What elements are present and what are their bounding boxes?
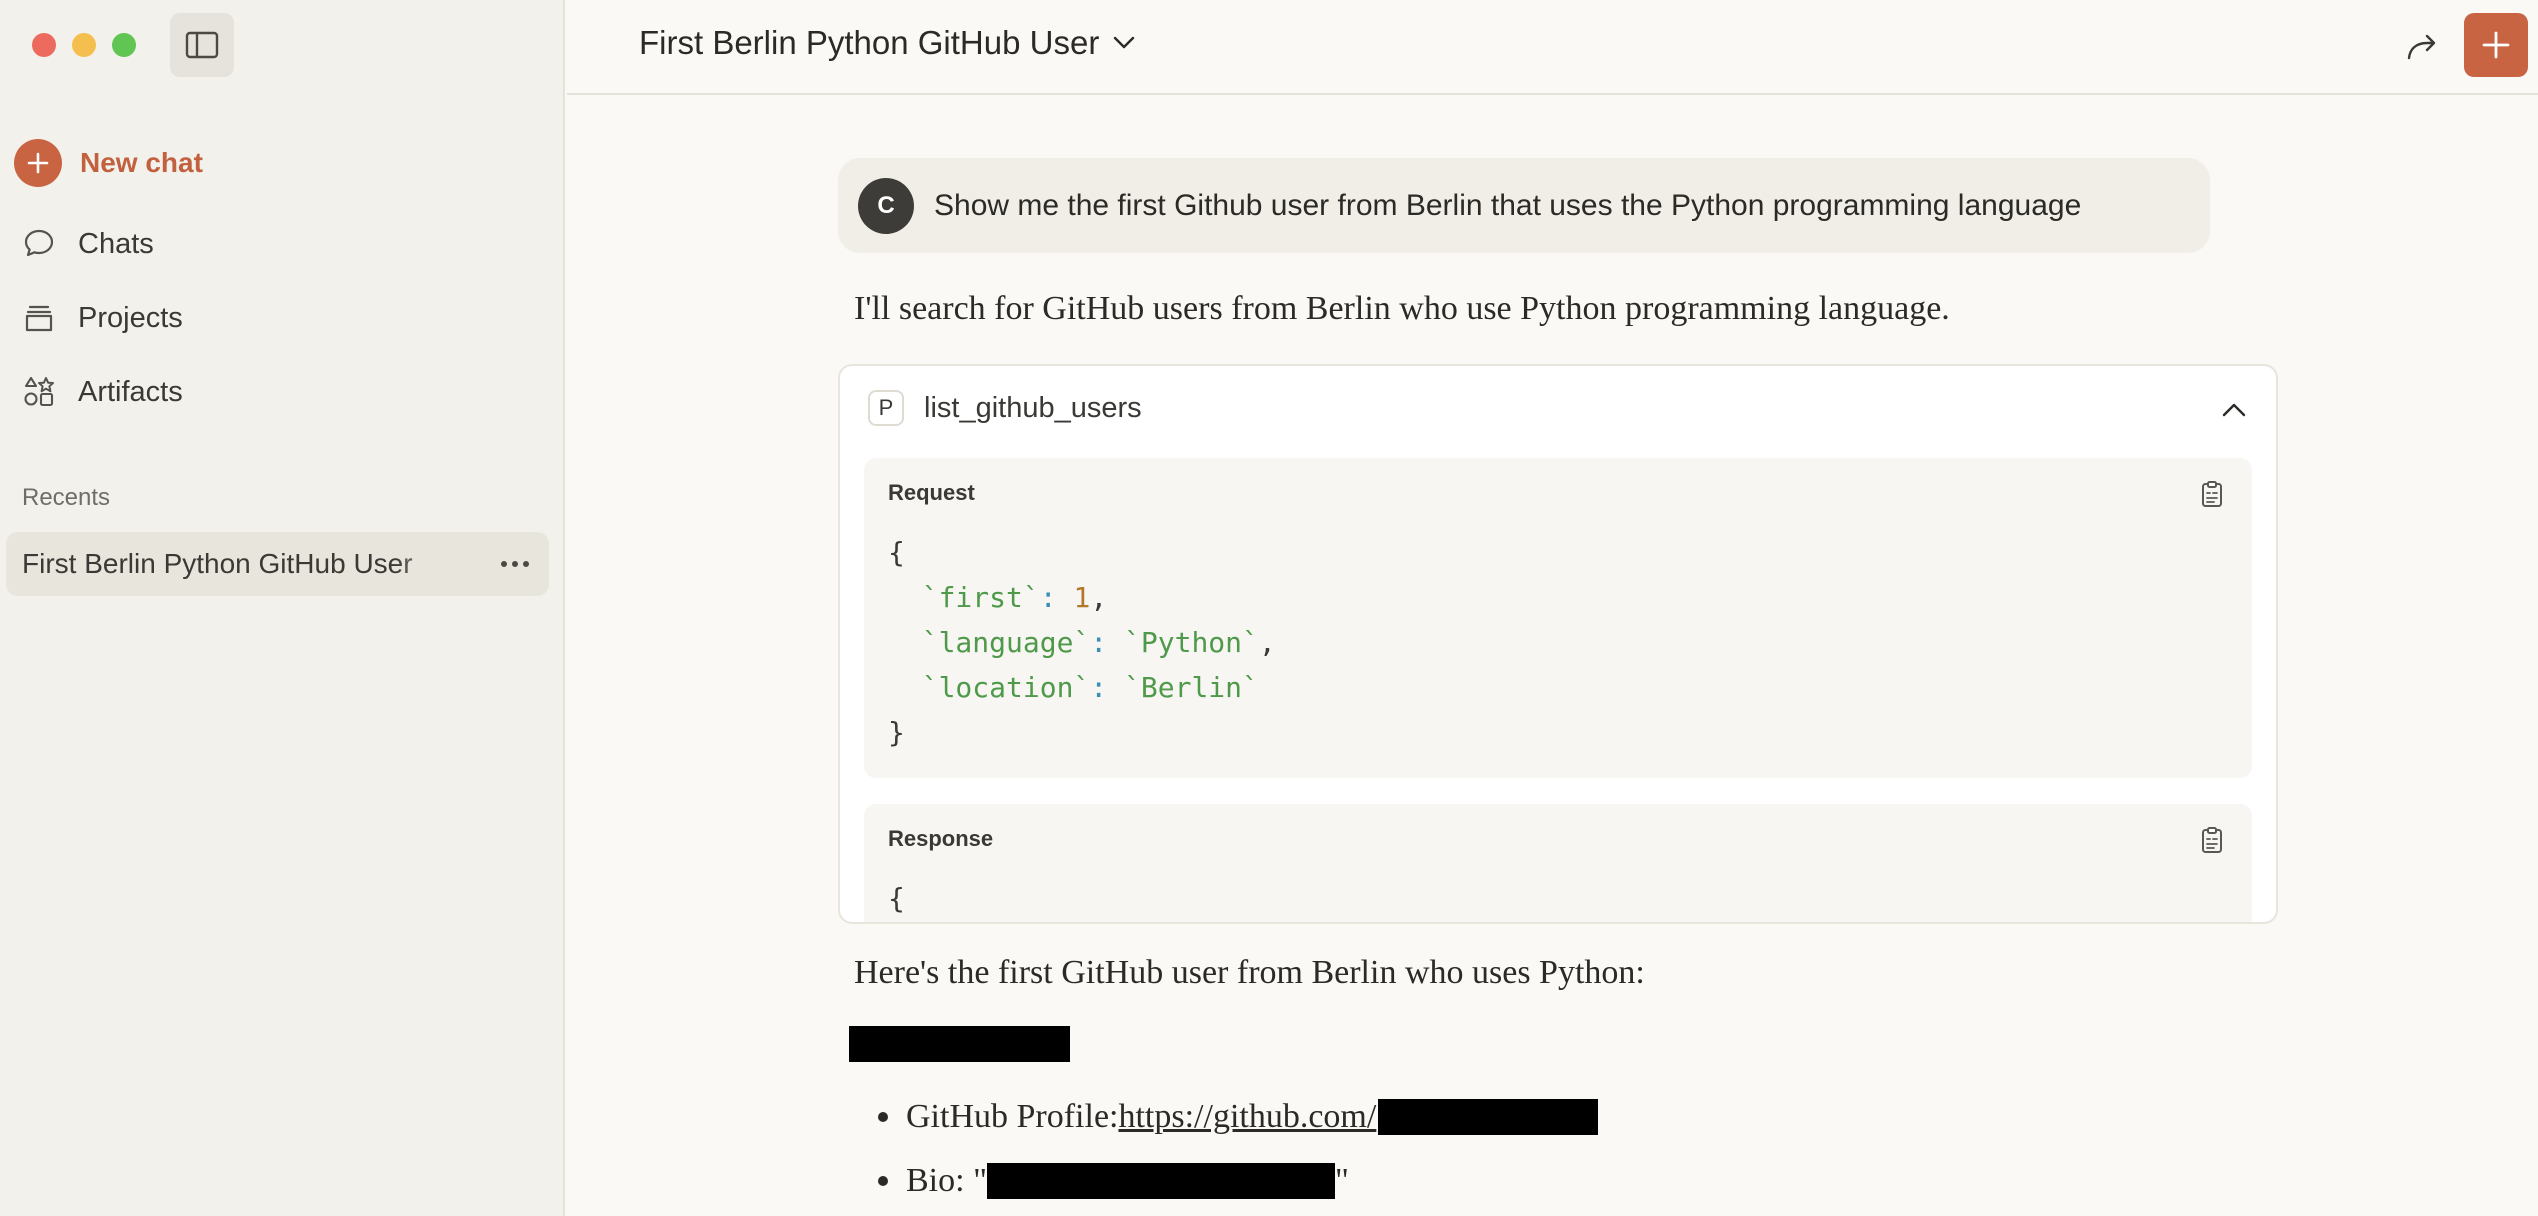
chat-title: First Berlin Python GitHub User: [639, 24, 1100, 61]
tool-name: list_github_users: [924, 391, 1142, 424]
sidebar-item-projects[interactable]: Projects: [20, 294, 183, 342]
new-chat-button[interactable]: New chat: [14, 138, 203, 188]
tool-badge: P: [868, 390, 904, 426]
chevron-up-icon: [2222, 403, 2246, 417]
sidebar-item-label: Artifacts: [78, 375, 183, 408]
chat-header: First Berlin Python GitHub User: [567, 0, 2538, 95]
window-close-button[interactable]: [32, 33, 56, 57]
collapse-button[interactable]: [2216, 392, 2252, 428]
new-chat-label: New chat: [80, 147, 203, 178]
plus-icon: [2482, 31, 2510, 59]
plus-icon: [14, 139, 62, 187]
profile-link[interactable]: https://github.com/: [1118, 1098, 1376, 1136]
clipboard-icon[interactable]: [2196, 478, 2228, 510]
tool-call-card: P list_github_users Request { `first`: 1…: [838, 364, 2278, 924]
profile-label: GitHub Profile:: [906, 1098, 1119, 1135]
folder-stack-icon: [20, 299, 58, 337]
window-zoom-button[interactable]: [112, 33, 136, 57]
bio-label: Bio: ": [906, 1162, 987, 1199]
more-options-icon[interactable]: [497, 546, 533, 582]
new-chat-header-button[interactable]: [2464, 13, 2528, 77]
share-arrow-icon: [2407, 34, 2436, 60]
chat-title-dropdown[interactable]: First Berlin Python GitHub User: [639, 24, 1135, 62]
redacted-bio: [986, 1163, 1335, 1199]
window-minimize-button[interactable]: [72, 33, 96, 57]
request-label: Request: [888, 480, 975, 505]
recent-chat-item[interactable]: First Berlin Python GitHub User: [6, 532, 549, 596]
user-message: C Show me the first Github user from Ber…: [838, 158, 2210, 253]
sidebar-item-artifacts[interactable]: Artifacts: [20, 368, 183, 416]
avatar: C: [858, 177, 914, 234]
list-item-bio: Bio: " ": [878, 1162, 1349, 1200]
chevron-down-icon: [1114, 36, 1135, 49]
chat-bubble-icon: [20, 225, 58, 263]
clipboard-icon[interactable]: [2196, 824, 2228, 856]
request-panel: Request { `first`: 1, `language`: `Pytho…: [864, 458, 2252, 778]
bio-close-quote: ": [1334, 1162, 1349, 1199]
response-label: Response: [888, 826, 994, 851]
sidebar-item-label: Chats: [78, 227, 154, 260]
request-code: { `first`: 1, `language`: `Python`, `loc…: [888, 536, 1276, 749]
sidebar: New chat Chats Projects Artifacts Recent…: [0, 0, 565, 1216]
list-item-profile: GitHub Profile: https://github.com/: [878, 1098, 1599, 1136]
share-button[interactable]: [2400, 24, 2444, 68]
sidebar-item-chats[interactable]: Chats: [20, 220, 154, 268]
sidebar-toggle-button[interactable]: [170, 13, 234, 77]
assistant-result-text: Here's the first GitHub user from Berlin…: [854, 954, 1645, 991]
recent-chat-label: First Berlin Python GitHub User: [22, 548, 413, 579]
sidebar-toggle-icon: [185, 31, 219, 59]
redacted-profile-handle: [1378, 1099, 1599, 1135]
user-message-text: Show me the first Github user from Berli…: [934, 188, 2082, 222]
response-panel: Response {: [864, 804, 2252, 922]
assistant-intro-text: I'll search for GitHub users from Berlin…: [854, 290, 1950, 327]
sidebar-item-label: Projects: [78, 301, 183, 334]
response-code: {: [888, 882, 905, 915]
recents-heading: Recents: [22, 484, 111, 511]
redacted-username: [849, 1026, 1070, 1062]
tool-call-header[interactable]: P list_github_users: [868, 390, 1142, 426]
shapes-icon: [20, 373, 58, 411]
